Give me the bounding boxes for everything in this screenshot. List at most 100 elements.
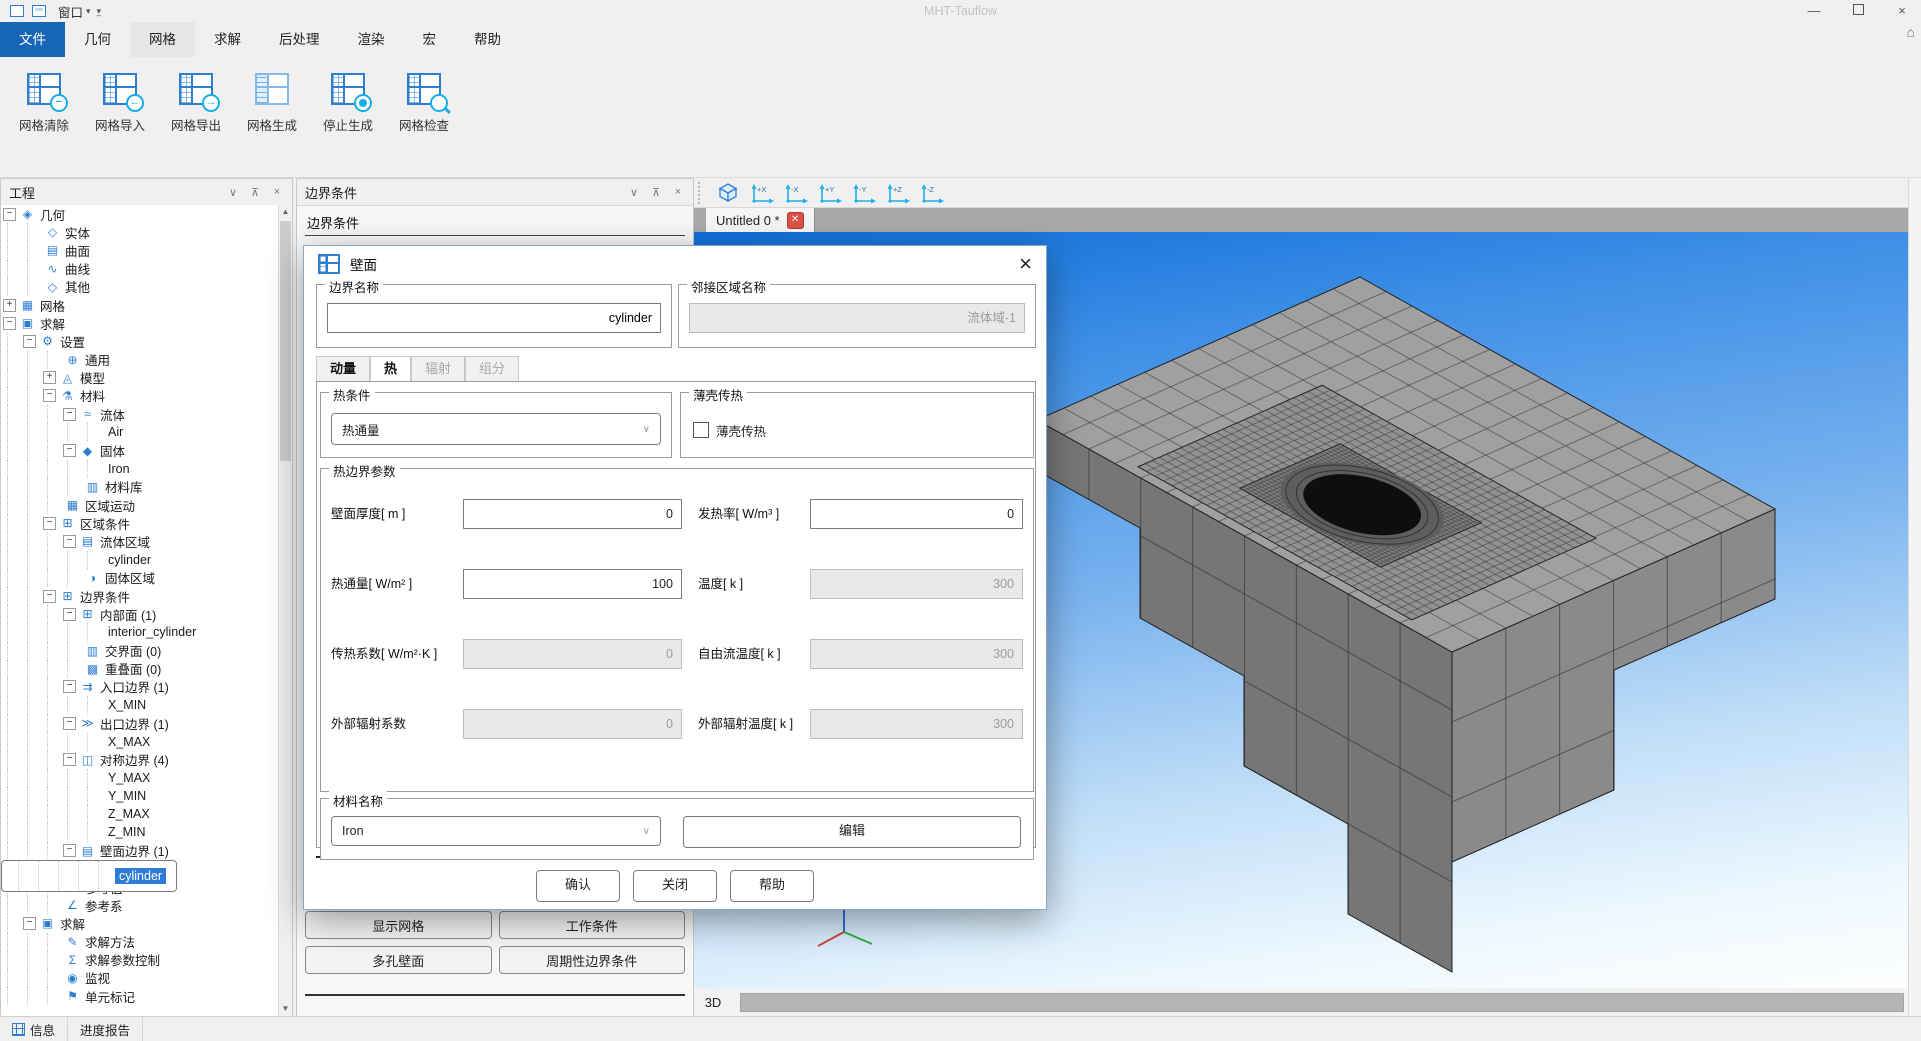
collapse-icon[interactable]: −	[43, 389, 56, 402]
ribbon-button-网格清除[interactable]: −网格清除	[6, 67, 82, 177]
pin-icon[interactable]: ⊼	[248, 186, 262, 199]
collapse-icon[interactable]: −	[43, 590, 56, 603]
tree-item[interactable]: −◈几何	[1, 205, 279, 223]
param-input[interactable]: 0	[463, 709, 682, 739]
collapse-icon[interactable]: −	[63, 753, 76, 766]
menu-item-宏[interactable]: 宏	[404, 22, 456, 57]
right-scrollbar-gutter[interactable]	[1908, 178, 1921, 1017]
collapse-icon[interactable]: −	[63, 444, 76, 457]
menu-item-帮助[interactable]: 帮助	[455, 22, 520, 57]
ribbon-button-网格导入[interactable]: ←网格导入	[82, 67, 158, 177]
scroll-down-icon[interactable]: ▼	[279, 1002, 292, 1016]
expand-icon[interactable]: +	[3, 299, 16, 312]
dialog-button-确认[interactable]: 确认	[536, 870, 620, 902]
chevron-down-icon[interactable]: ∨	[226, 186, 240, 199]
tree-item[interactable]: ∿曲线	[1, 260, 279, 278]
ribbon-button-网格检查[interactable]: 网格检查	[386, 67, 462, 177]
tree-item[interactable]: −⇉入口边界 (1)	[1, 678, 279, 696]
expand-icon[interactable]: +	[43, 371, 56, 384]
shell-heat-option[interactable]: 薄壳传热	[693, 421, 766, 440]
close-button[interactable]: ×	[1893, 0, 1911, 22]
tree-item[interactable]: interior_cylinder	[1, 623, 279, 641]
tree-item[interactable]: Air	[1, 423, 279, 441]
scrollbar-thumb[interactable]	[280, 221, 291, 461]
menu-item-网格[interactable]: 网格	[130, 22, 195, 57]
tree-item[interactable]: ∠参考系	[1, 896, 279, 914]
document-tab[interactable]: Untitled 0 * ✕	[706, 208, 815, 232]
tree-item[interactable]: ⚑单元标记	[1, 987, 279, 1005]
tree-item[interactable]: Z_MAX	[1, 805, 279, 823]
collapse-icon[interactable]: −	[43, 517, 56, 530]
tree-item[interactable]: −⊞区域条件	[1, 514, 279, 532]
menu-item-渲染[interactable]: 渲染	[339, 22, 404, 57]
tree-item[interactable]: Y_MIN	[1, 787, 279, 805]
window-menu[interactable]: 窗口	[58, 2, 83, 21]
menu-item-后处理[interactable]: 后处理	[260, 22, 339, 57]
param-input[interactable]: 0	[463, 499, 682, 529]
dialog-button-关闭[interactable]: 关闭	[633, 870, 717, 902]
menu-item-文件[interactable]: 文件	[0, 22, 65, 57]
menu-item-几何[interactable]: 几何	[65, 22, 130, 57]
tree-item[interactable]: +▦网格	[1, 296, 279, 314]
ribbon-button-网格导出[interactable]: →网格导出	[158, 67, 234, 177]
collapse-icon[interactable]: −	[63, 408, 76, 421]
tree-item[interactable]: −≫出口边界 (1)	[1, 714, 279, 732]
tree-item[interactable]: −⚙设置	[1, 332, 279, 350]
tree-item[interactable]: ▥材料库	[1, 478, 279, 496]
tree-item[interactable]: −≈流体	[1, 405, 279, 423]
shell-heat-checkbox[interactable]	[693, 422, 709, 438]
ribbon-button-停止生成[interactable]: 停止生成	[310, 67, 386, 177]
tree-item[interactable]: +◬模型	[1, 369, 279, 387]
view-minus-X-button[interactable]: -X	[781, 181, 811, 205]
toolbar-customize-icon[interactable]: ▾̲	[97, 6, 102, 17]
tree-item[interactable]: −⊞边界条件	[1, 587, 279, 605]
tree-item[interactable]: ◉监视	[1, 969, 279, 987]
param-input[interactable]: 300	[810, 639, 1023, 669]
collapse-icon[interactable]: −	[63, 680, 76, 693]
collapse-icon[interactable]: −	[63, 608, 76, 621]
dialog-button-帮助[interactable]: 帮助	[730, 870, 814, 902]
tree-item[interactable]: −▣求解	[1, 914, 279, 932]
tree-item[interactable]: −◫对称边界 (4)	[1, 751, 279, 769]
tree-item[interactable]: cylinder	[1, 551, 279, 569]
view-minus-Z-button[interactable]: -Z	[917, 181, 947, 205]
tree-item[interactable]: ◇其他	[1, 278, 279, 296]
tree-item[interactable]: ◇实体	[1, 223, 279, 241]
tree-item[interactable]: ▥交界面 (0)	[1, 642, 279, 660]
horizontal-scrollbar[interactable]	[740, 993, 1904, 1012]
tree-item[interactable]: ▦区域运动	[1, 496, 279, 514]
bc-button-周期性边界条件[interactable]: 周期性边界条件	[499, 946, 686, 974]
window-menu-dropdown-icon[interactable]: ▾	[86, 6, 91, 17]
tree-item[interactable]: −⊞内部面 (1)	[1, 605, 279, 623]
dialog-close-icon[interactable]: ×	[1019, 253, 1032, 275]
collapse-icon[interactable]: −	[63, 717, 76, 730]
tree-item[interactable]: −▤壁面边界 (1)	[1, 842, 279, 860]
tree-item[interactable]: −⚗材料	[1, 387, 279, 405]
chevron-down-icon[interactable]: ∨	[627, 186, 641, 199]
tree-item[interactable]: ◑固体区域	[1, 569, 279, 587]
tree-item[interactable]: ▤曲面	[1, 241, 279, 259]
new-window-icon[interactable]	[10, 5, 24, 17]
toolbar-drag-handle[interactable]	[698, 182, 705, 204]
close-icon[interactable]: ×	[270, 186, 284, 198]
tree-item[interactable]: Y_MAX	[1, 769, 279, 787]
collapse-icon[interactable]: −	[23, 917, 36, 930]
pin-icon[interactable]: ⊼	[649, 186, 663, 199]
bc-button-多孔壁面[interactable]: 多孔壁面	[305, 946, 492, 974]
dialog-tab-辐射[interactable]: 辐射	[411, 356, 465, 381]
tree-item[interactable]: ✎求解方法	[1, 933, 279, 951]
tree-item[interactable]: −▣求解	[1, 314, 279, 332]
tree-scrollbar[interactable]: ▲ ▼	[278, 205, 292, 1016]
save-icon[interactable]	[32, 5, 46, 17]
tab-close-icon[interactable]: ✕	[787, 212, 804, 229]
collapse-icon[interactable]: −	[23, 335, 36, 348]
scroll-up-icon[interactable]: ▲	[279, 205, 292, 219]
close-icon[interactable]: ×	[671, 186, 685, 198]
tree-item[interactable]: X_MAX	[1, 732, 279, 750]
collapse-icon[interactable]: −	[3, 208, 16, 221]
tree-item[interactable]: Iron	[1, 460, 279, 478]
bc-button-工作条件[interactable]: 工作条件	[499, 911, 686, 939]
tree-item[interactable]: Z_MIN	[1, 823, 279, 841]
dialog-tab-组分[interactable]: 组分	[465, 356, 519, 381]
dialog-tab-动量[interactable]: 动量	[316, 356, 370, 381]
